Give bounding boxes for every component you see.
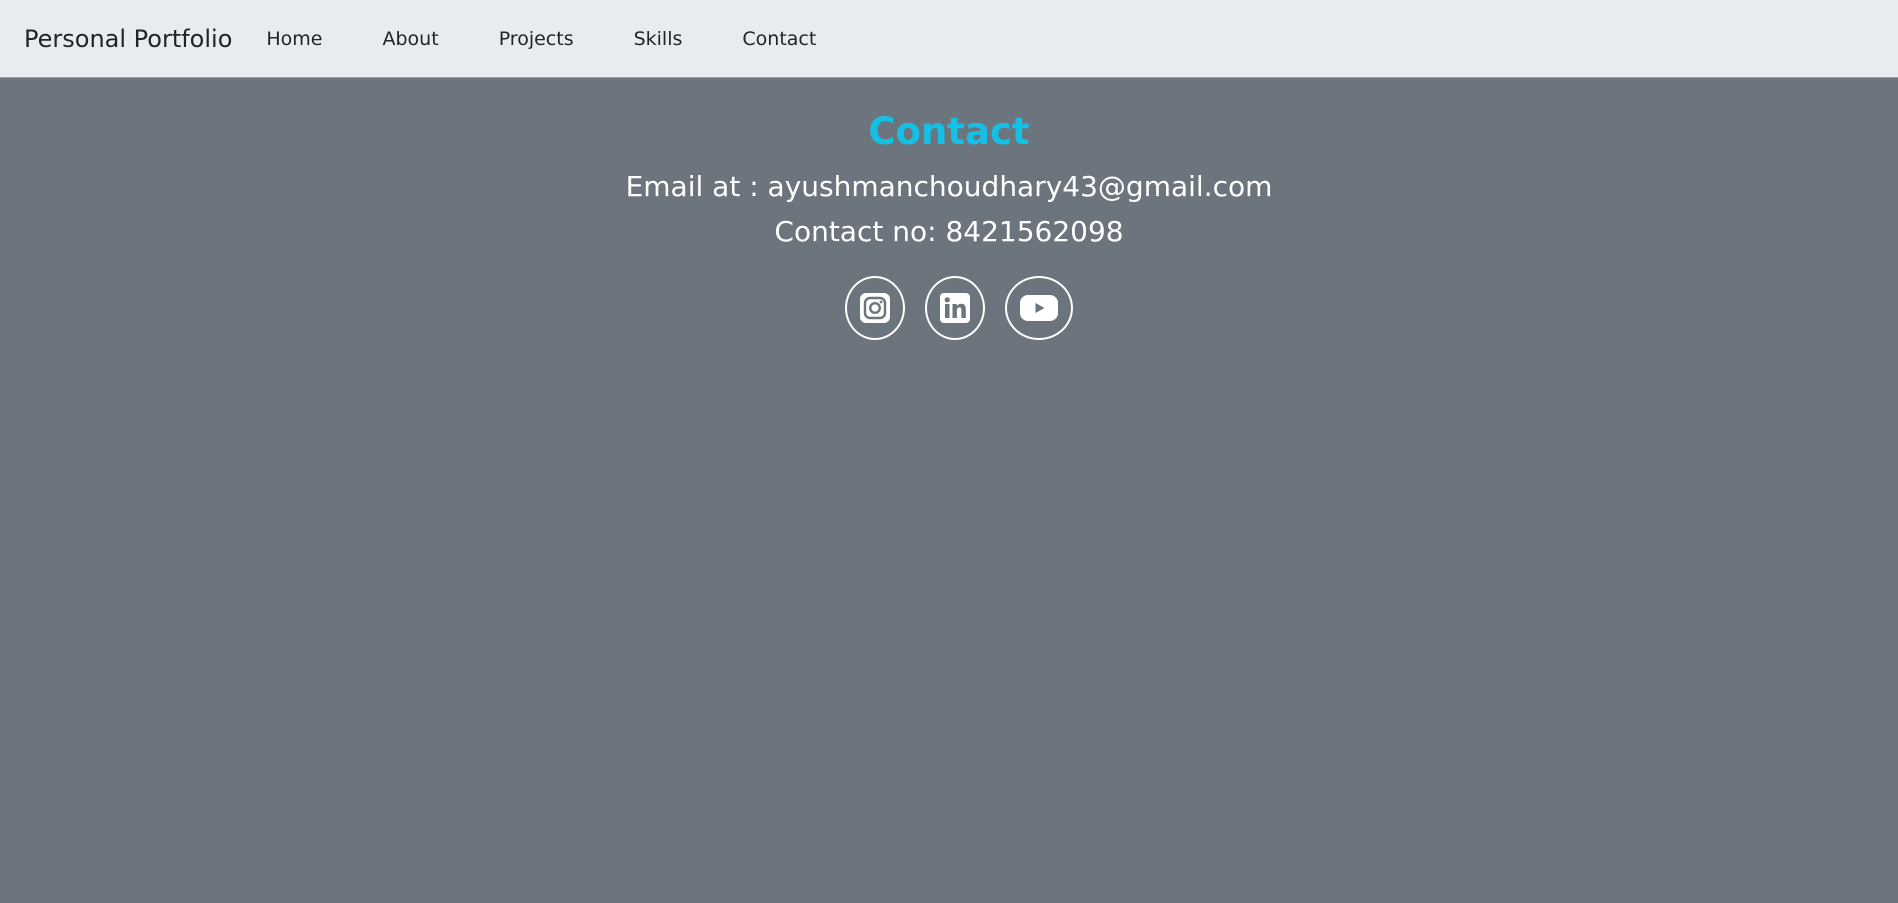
youtube-icon xyxy=(1020,295,1058,321)
contact-section: Contact Email at : ayushmanchoudhary43@g… xyxy=(0,78,1898,903)
social-links xyxy=(0,276,1898,340)
nav-link-contact[interactable]: Contact xyxy=(742,28,816,50)
instagram-icon xyxy=(860,293,890,323)
instagram-link[interactable] xyxy=(845,276,905,340)
nav-links: Home About Projects Skills Contact xyxy=(266,28,876,50)
brand-link[interactable]: Personal Portfolio xyxy=(24,25,232,53)
nav-link-home[interactable]: Home xyxy=(266,28,322,50)
nav-link-projects[interactable]: Projects xyxy=(499,28,574,50)
contact-title: Contact xyxy=(868,110,1030,153)
navbar: Personal Portfolio Home About Projects S… xyxy=(0,0,1898,78)
linkedin-icon xyxy=(940,293,970,323)
phone-text: Contact no: 8421562098 xyxy=(774,215,1124,248)
linkedin-link[interactable] xyxy=(925,276,985,340)
email-text: Email at : ayushmanchoudhary43@gmail.com xyxy=(625,170,1273,203)
nav-link-skills[interactable]: Skills xyxy=(634,28,683,50)
youtube-link[interactable] xyxy=(1005,276,1073,340)
nav-link-about[interactable]: About xyxy=(383,28,439,50)
